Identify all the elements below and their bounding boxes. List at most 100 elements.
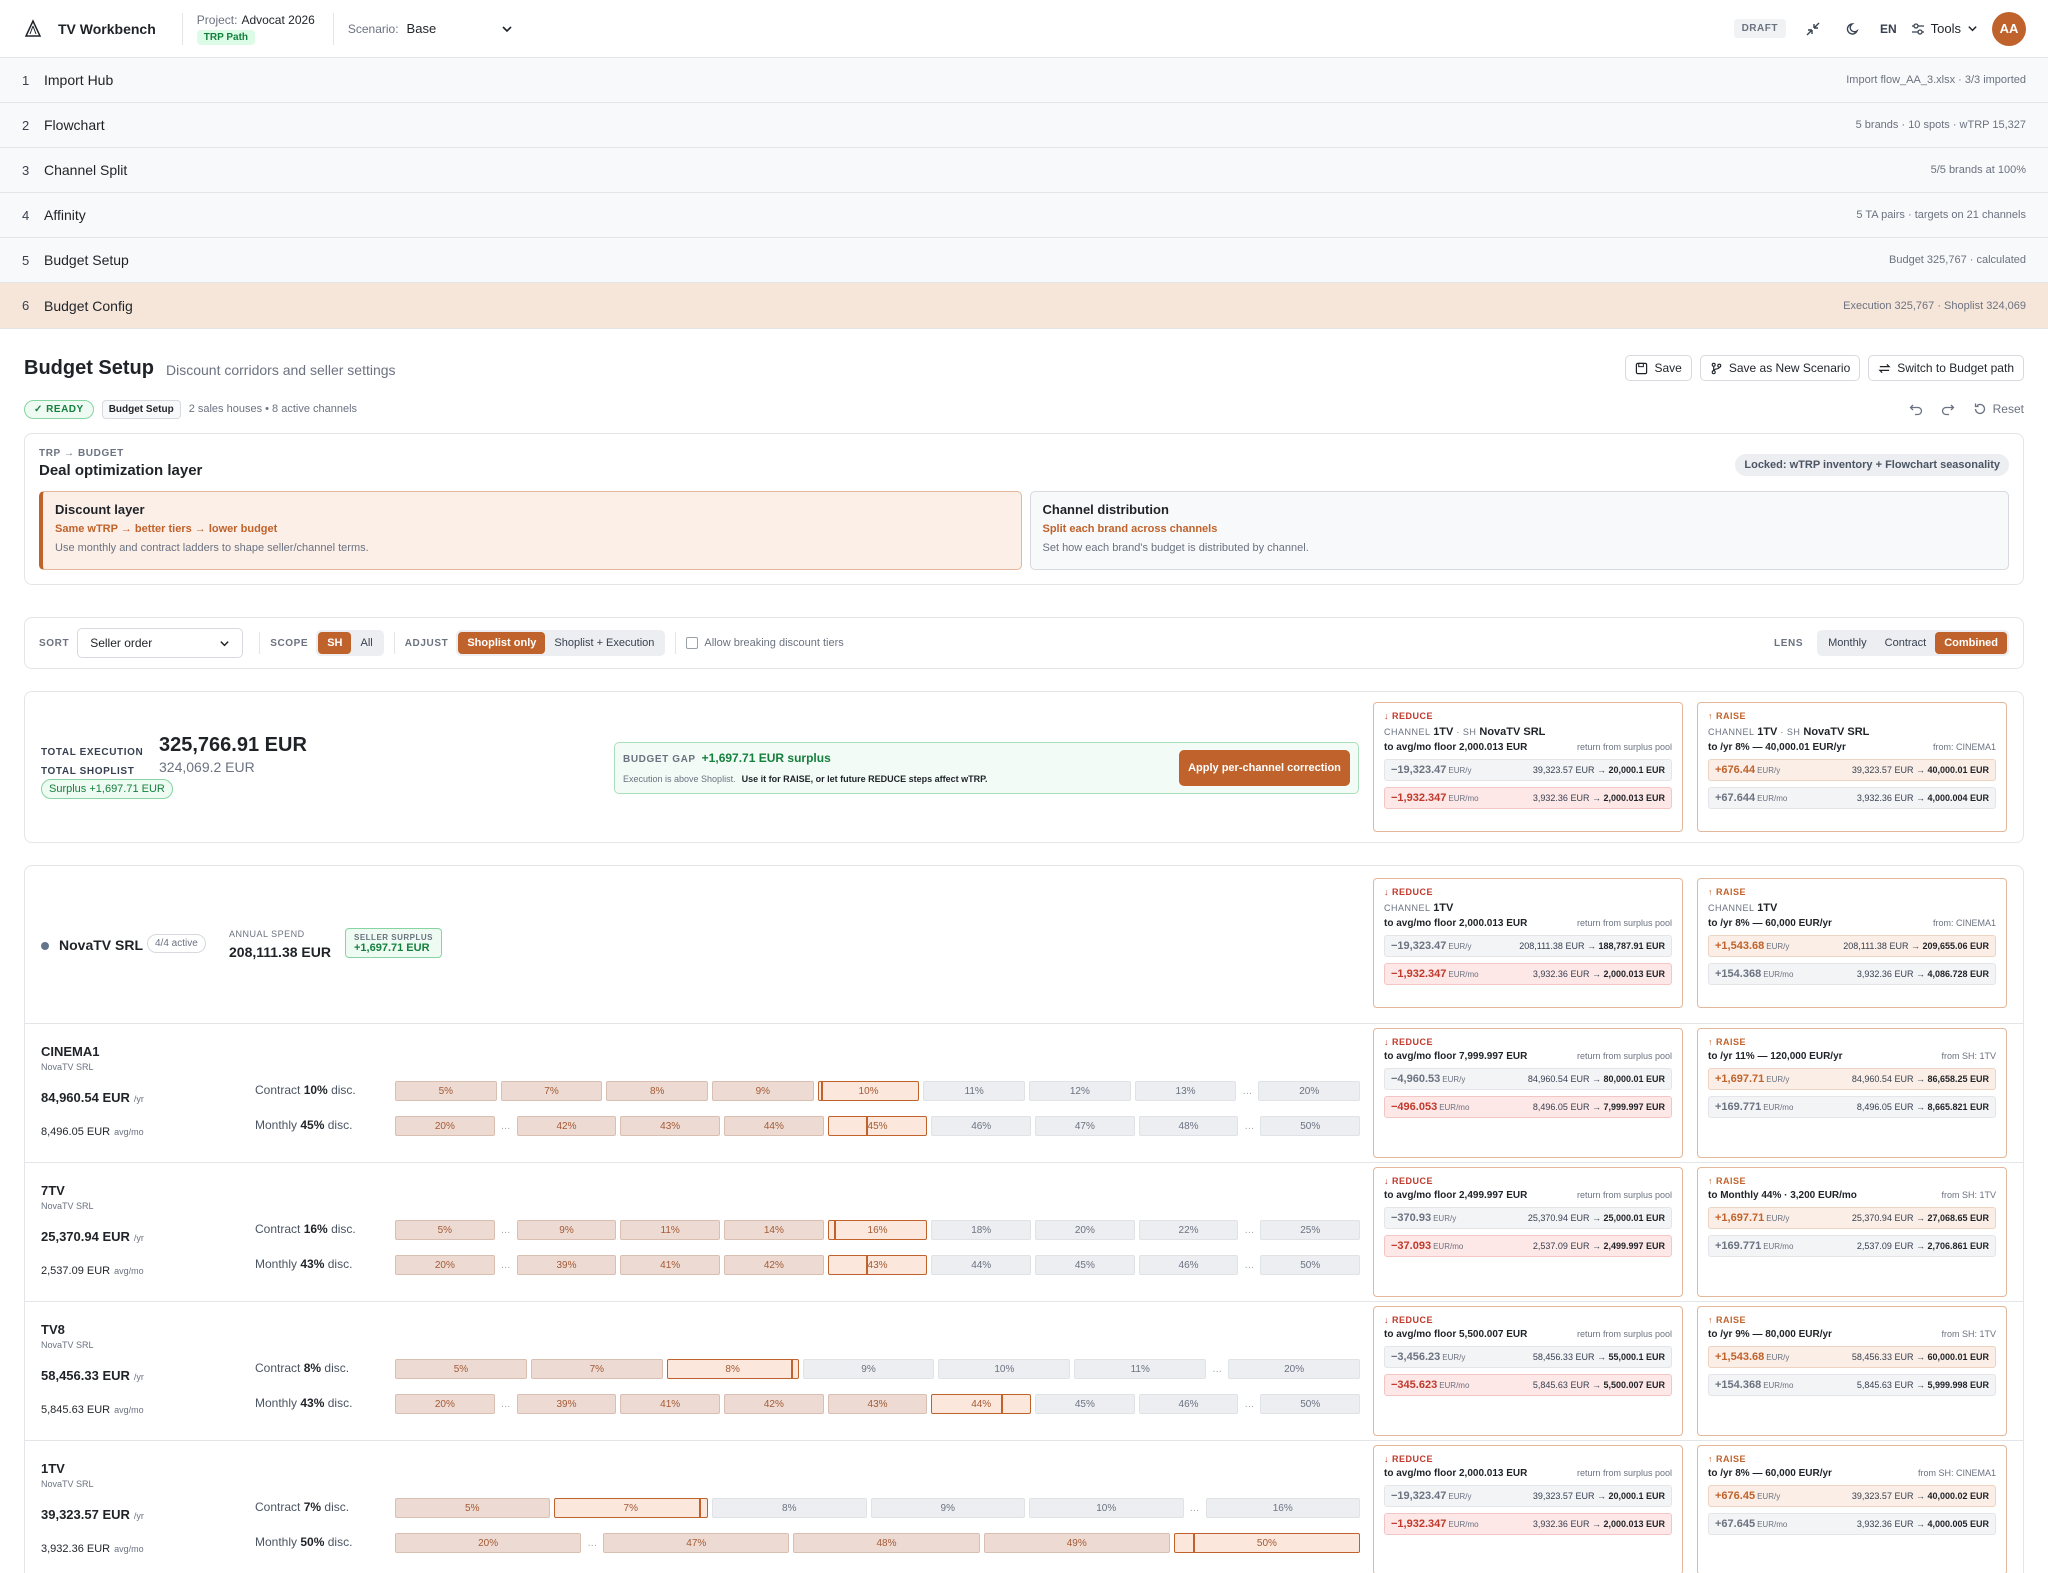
lens-contract[interactable]: Contract	[1876, 632, 1936, 654]
discount-tier[interactable]: 16%	[827, 1220, 928, 1240]
discount-tier[interactable]: 20%	[395, 1533, 582, 1553]
undo-icon[interactable]	[1909, 402, 1923, 416]
project-info[interactable]: Project: Advocat 2026 TRP Path	[196, 13, 315, 45]
discount-tier[interactable]: 11%	[620, 1220, 721, 1240]
save-as-new-scenario-button[interactable]: Save as New Scenario	[1699, 355, 1861, 381]
checkbox-box[interactable]	[686, 637, 699, 649]
raise-card[interactable]: ↑ RAISE CHANNEL 1TV to /yr 8% — 60,000 EUR…	[1697, 878, 2007, 1008]
reduce-card[interactable]: ↓ REDUCE to avg/mo floor 2,499.997 EUR ret…	[1373, 1167, 1683, 1297]
redo-icon[interactable]	[1941, 402, 1955, 416]
discount-tier[interactable]: 20%	[395, 1255, 495, 1275]
discount-tier[interactable]: 5%	[395, 1359, 527, 1379]
lens-combined[interactable]: Combined	[1935, 632, 2007, 654]
discount-tier[interactable]: 8%	[606, 1081, 709, 1101]
discount-tier[interactable]: 45%	[827, 1116, 928, 1136]
discount-tier[interactable]: 47%	[603, 1533, 790, 1553]
discount-tier[interactable]: 7%	[553, 1498, 708, 1518]
discount-tier[interactable]: 9%	[712, 1081, 814, 1101]
discount-tier[interactable]: 41%	[620, 1255, 721, 1275]
step-import-hub[interactable]: 1 Import Hub Import flow_AA_3.xlsx · 3/3 i…	[0, 58, 2048, 103]
collapse-icon[interactable]	[1800, 16, 1826, 42]
discount-tier[interactable]: 10%	[938, 1359, 1071, 1379]
save-button[interactable]: Save	[1625, 355, 1692, 381]
discount-tier[interactable]: 50%	[1260, 1116, 1361, 1136]
step-budget-config[interactable]: 6 Budget Config Execution 325,767 · Shopli…	[0, 283, 2048, 328]
discount-tier[interactable]: 39%	[516, 1255, 617, 1275]
reset-button[interactable]: Reset	[1973, 402, 2024, 416]
switch-to-budget-path-button[interactable]: Switch to Budget path	[1868, 355, 2024, 381]
discount-tier[interactable]: 10%	[1029, 1498, 1184, 1518]
adjust-shoplist-execution[interactable]: Shoplist + Execution	[545, 632, 663, 654]
discount-tier[interactable]: 22%	[1138, 1220, 1239, 1240]
avatar[interactable]: AA	[1992, 11, 2026, 46]
discount-tier[interactable]: 12%	[1029, 1081, 1131, 1101]
discount-tier[interactable]: 44%	[931, 1255, 1032, 1275]
discount-tier[interactable]: 10%	[817, 1081, 920, 1101]
discount-tier[interactable]: 46%	[1138, 1394, 1239, 1414]
discount-tier[interactable]: 42%	[724, 1394, 824, 1414]
discount-tier[interactable]: 41%	[620, 1394, 721, 1414]
adjust-shoplist-only[interactable]: Shoplist only	[458, 632, 546, 654]
discount-tier[interactable]: 50%	[1260, 1394, 1361, 1414]
allow-breaking-checkbox[interactable]: Allow breaking discount tiers	[686, 637, 844, 649]
reduce-card[interactable]: ↓ REDUCE CHANNEL 1TV to avg/mo floor 2,000…	[1373, 878, 1683, 1008]
discount-tier[interactable]: 20%	[1035, 1220, 1135, 1240]
apply-correction-button[interactable]: Apply per-channel correction	[1179, 750, 1350, 786]
discount-tier[interactable]: 5%	[395, 1498, 550, 1518]
scenario-select[interactable]: Scenario: Base	[348, 21, 513, 36]
raise-card[interactable]: ↑ RAISE CHANNEL 1TV · SH NovaTV SRL to /yr…	[1697, 702, 2007, 832]
scope-all[interactable]: All	[351, 632, 381, 654]
sort-select[interactable]: Seller order	[77, 628, 244, 658]
discount-tier[interactable]: 20%	[395, 1394, 495, 1414]
step-affinity[interactable]: 4 Affinity 5 TA pairs · targets on 21 chan…	[0, 193, 2048, 238]
discount-tier[interactable]: 43%	[620, 1116, 721, 1136]
discount-tier[interactable]: 7%	[500, 1081, 603, 1101]
scope-sh[interactable]: SH	[318, 632, 352, 654]
discount-tier[interactable]: 8%	[666, 1359, 799, 1379]
discount-tier[interactable]: 7%	[530, 1359, 663, 1379]
discount-tier[interactable]: 9%	[802, 1359, 935, 1379]
discount-tier[interactable]: 39%	[516, 1394, 617, 1414]
discount-tier[interactable]: 50%	[1260, 1255, 1361, 1275]
discount-tier[interactable]: 47%	[1035, 1116, 1135, 1136]
raise-card[interactable]: ↑ RAISE to /yr 9% — 80,000 EUR/yr from SH:…	[1697, 1306, 2007, 1436]
lens-monthly[interactable]: Monthly	[1819, 632, 1876, 654]
dark-mode-icon[interactable]	[1840, 16, 1866, 42]
reduce-card[interactable]: ↓ REDUCE CHANNEL 1TV · SH NovaTV SRL to av…	[1373, 702, 1683, 832]
reduce-card[interactable]: ↓ REDUCE to avg/mo floor 7,999.997 EUR ret…	[1373, 1028, 1683, 1158]
reduce-card[interactable]: ↓ REDUCE to avg/mo floor 5,500.007 EUR ret…	[1373, 1306, 1683, 1436]
discount-tier[interactable]: 48%	[1138, 1116, 1239, 1136]
discount-tier[interactable]: 44%	[931, 1394, 1032, 1414]
discount-tier[interactable]: 11%	[1074, 1359, 1207, 1379]
discount-tier[interactable]: 45%	[1035, 1394, 1135, 1414]
discount-tier[interactable]: 46%	[1138, 1255, 1239, 1275]
discount-tier[interactable]: 8%	[712, 1498, 867, 1518]
discount-tier[interactable]: 48%	[793, 1533, 980, 1553]
discount-tier[interactable]: 20%	[1228, 1359, 1361, 1379]
discount-tier[interactable]: 14%	[724, 1220, 824, 1240]
discount-tier[interactable]: 18%	[931, 1220, 1032, 1240]
discount-tier[interactable]: 9%	[870, 1498, 1025, 1518]
discount-tier[interactable]: 20%	[1258, 1081, 1361, 1101]
discount-tier[interactable]: 42%	[724, 1255, 824, 1275]
discount-tier[interactable]: 49%	[983, 1533, 1170, 1553]
raise-card[interactable]: ↑ RAISE to /yr 11% — 120,000 EUR/yr from S…	[1697, 1028, 2007, 1158]
discount-tier[interactable]: 20%	[395, 1116, 495, 1136]
discount-tier[interactable]: 16%	[1205, 1498, 1360, 1518]
raise-card[interactable]: ↑ RAISE to Monthly 44% · 3,200 EUR/mo from…	[1697, 1167, 2007, 1297]
discount-layer-tab[interactable]: Discount layer Same wTRP → better tiers …	[39, 491, 1022, 570]
tools-menu[interactable]: Tools	[1911, 21, 1978, 36]
discount-tier[interactable]: 25%	[1260, 1220, 1361, 1240]
discount-tier[interactable]: 43%	[827, 1394, 928, 1414]
discount-tier[interactable]: 46%	[931, 1116, 1032, 1136]
discount-tier[interactable]: 42%	[516, 1116, 617, 1136]
discount-tier[interactable]: 5%	[395, 1220, 495, 1240]
discount-tier[interactable]: 45%	[1035, 1255, 1135, 1275]
step-budget-setup[interactable]: 5 Budget Setup Budget 325,767 · calculated	[0, 238, 2048, 283]
discount-tier[interactable]: 50%	[1173, 1533, 1361, 1553]
discount-tier[interactable]: 13%	[1134, 1081, 1237, 1101]
step-channel-split[interactable]: 3 Channel Split 5/5 brands at 100%	[0, 148, 2048, 193]
channel-distribution-tab[interactable]: Channel distribution Split each brand ac…	[1029, 491, 2009, 570]
raise-card[interactable]: ↑ RAISE to /yr 8% — 60,000 EUR/yr from SH:…	[1697, 1445, 2007, 1573]
reduce-card[interactable]: ↓ REDUCE to avg/mo floor 2,000.013 EUR ret…	[1373, 1445, 1683, 1573]
